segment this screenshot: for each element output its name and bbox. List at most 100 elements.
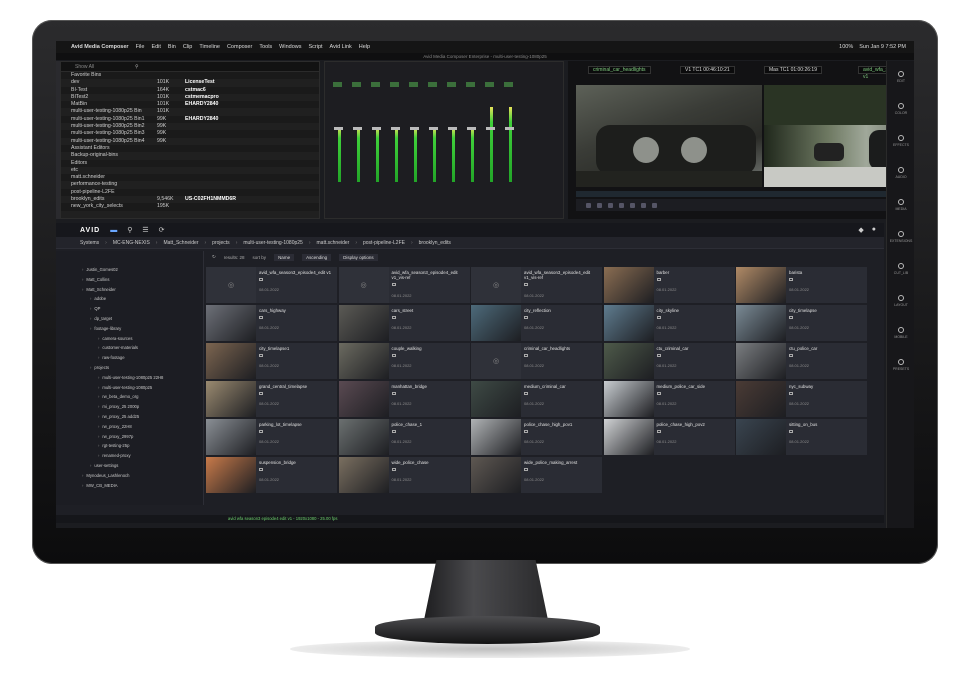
channel-button[interactable] [504, 82, 513, 87]
tree-node[interactable]: › customer-materials [56, 343, 203, 353]
display-options[interactable]: Display options [339, 253, 378, 261]
browse-icon[interactable]: ▬ [110, 227, 117, 234]
bin-row[interactable]: Favorite Bins [61, 72, 319, 79]
mark-out-icon[interactable] [608, 202, 613, 208]
chevron-right-icon[interactable]: › [98, 424, 99, 429]
tree-node[interactable]: › renamed-proxy [56, 451, 203, 461]
fader[interactable] [391, 127, 400, 130]
bin-row[interactable] [61, 210, 319, 218]
tree-node[interactable]: › camera-sources [56, 334, 203, 344]
playlist-icon[interactable]: ☰ [142, 226, 148, 234]
asset-card[interactable]: couple_walking 08.01.2022 [338, 343, 470, 379]
breadcrumb-item[interactable]: brooklyn_edits [419, 240, 451, 246]
chevron-right-icon[interactable]: › [90, 306, 91, 311]
tree-node[interactable]: › rw_proxy_22H8 [56, 422, 203, 432]
asset-card[interactable]: ◎ avid_wfa_season3_episode4_edit v1_vis-r… [471, 267, 602, 303]
mixer-channel[interactable] [428, 82, 439, 202]
asset-thumbnail[interactable] [206, 343, 256, 379]
bin-row[interactable]: BITest2 101K cstmemacpro [61, 93, 319, 102]
source-clip-name[interactable]: criminal_car_headlights [588, 66, 651, 74]
user-icon[interactable]: ● [872, 226, 876, 234]
chevron-right-icon[interactable]: › [98, 394, 99, 399]
chevron-right-icon[interactable]: › [98, 345, 99, 350]
asset-card[interactable]: sitting_on_bus 08.01.2022 [736, 419, 867, 455]
channel-button[interactable] [466, 82, 475, 87]
asset-thumbnail[interactable] [338, 305, 389, 341]
bin-row[interactable]: Backup-original-bins [61, 152, 319, 160]
asset-card[interactable]: ctu_criminal_car 08.01.2022 [603, 343, 735, 379]
chevron-right-icon[interactable]: › [82, 483, 83, 488]
tree-node[interactable]: › adobe [56, 294, 203, 304]
asset-card[interactable]: city_skyline 08.01.2022 [603, 305, 735, 341]
tool-presets[interactable]: PRESETS [887, 349, 914, 381]
tree-node[interactable]: › multi-user-testing-1080p25 22H8 [56, 373, 203, 383]
search-icon[interactable]: ⚲ [127, 226, 132, 234]
overwrite-icon[interactable] [630, 202, 635, 208]
asset-card[interactable]: nyc_subway 08.01.2022 [736, 381, 867, 417]
asset-thumbnail[interactable] [736, 305, 786, 341]
menu-timeline[interactable]: Timeline [199, 44, 220, 50]
menu-edit[interactable]: Edit [151, 44, 160, 50]
channel-button[interactable] [390, 82, 399, 87]
asset-card[interactable]: ◎ avid_wfa_season3_episode4_edit v1_vis-r… [338, 267, 470, 303]
asset-card[interactable]: wide_police_chase 08.01.2022 [338, 457, 470, 493]
extract-icon[interactable] [652, 202, 657, 208]
asset-thumbnail[interactable] [471, 381, 521, 417]
chevron-right-icon[interactable]: › [98, 385, 99, 390]
mixer-channel[interactable] [485, 82, 496, 202]
source-timecode[interactable]: V1 TC1 00:46:10:21 [680, 66, 735, 74]
fader[interactable] [467, 127, 476, 130]
tool-edit[interactable]: EDIT [887, 61, 914, 93]
channel-button[interactable] [428, 82, 437, 87]
connect-icon[interactable]: ⟳ [159, 226, 165, 234]
chevron-right-icon[interactable]: › [98, 414, 99, 419]
menu-help[interactable]: Help [359, 44, 370, 50]
asset-thumbnail[interactable] [736, 343, 786, 379]
bin-row[interactable]: brooklyn_edits 9,546K US-C02FH1NMMD6R [61, 196, 319, 204]
mixer-channel[interactable] [409, 82, 420, 202]
channel-button[interactable] [447, 82, 456, 87]
breadcrumb-item[interactable]: multi-user-testing-1080p25 [243, 240, 302, 246]
tree-node[interactable]: › rw_proxy_25 add25 [56, 412, 203, 422]
bin-row[interactable]: matt.schneider [61, 174, 319, 181]
bin-row[interactable]: Editors [61, 160, 319, 167]
bin-row[interactable]: multi-user-testing-1080p25 Bin4 99K [61, 137, 319, 145]
bin-row[interactable]: new_york_city_selects 195K [61, 203, 319, 210]
breadcrumb-item[interactable]: matt.schneider [317, 240, 350, 246]
bin-row[interactable]: multi-user-testing-1080p25 Bin1 99K EHARDY… [61, 116, 319, 123]
fader[interactable] [410, 127, 419, 130]
chevron-right-icon[interactable]: › [98, 355, 99, 360]
notifications-icon[interactable]: ◆ [858, 226, 863, 234]
asset-thumbnail[interactable] [603, 305, 654, 341]
asset-card[interactable]: police_chase_high_pov2 08.01.2022 [603, 419, 735, 455]
tool-effects[interactable]: EFFECTS [887, 125, 914, 157]
channel-button[interactable] [371, 82, 380, 87]
fader[interactable] [448, 127, 457, 130]
asset-card[interactable]: suspension_bridge 08.01.2022 [206, 457, 337, 493]
asset-card[interactable]: police_chase_1 08.01.2022 [338, 419, 470, 455]
chevron-right-icon[interactable]: › [82, 277, 83, 282]
asset-card[interactable]: police_chase_high_pov1 08.01.2022 [471, 419, 602, 455]
bin-row[interactable]: post-pipeline-L2FE [61, 189, 319, 196]
fader[interactable] [505, 127, 514, 130]
asset-thumbnail[interactable] [338, 419, 389, 455]
mark-in-icon[interactable] [597, 202, 602, 208]
chevron-right-icon[interactable]: › [90, 326, 91, 331]
chevron-right-icon[interactable]: › [90, 365, 91, 370]
bin-row[interactable]: dev 101K LicenseTest [61, 79, 319, 87]
mixer-channel[interactable] [447, 82, 458, 202]
tree-node[interactable]: › footage-library [56, 324, 203, 334]
chevron-right-icon[interactable]: › [98, 453, 99, 458]
mixer-channel[interactable] [390, 82, 401, 202]
chevron-right-icon[interactable]: › [98, 443, 99, 448]
asset-card[interactable]: cars_highway 08.01.2022 [206, 305, 337, 341]
asset-thumbnail[interactable] [736, 419, 786, 455]
channel-button[interactable] [333, 82, 342, 87]
tree-node[interactable]: › rw_beta_demo_org [56, 392, 203, 402]
bin-row[interactable]: MatBin 101K EHARDY2840 [61, 101, 319, 108]
asset-card[interactable]: grand_central_timelapse 08.01.2022 [206, 381, 337, 417]
play-icon[interactable] [586, 202, 591, 208]
tree-node[interactable]: › multi-user-testing-1080p25 [56, 383, 203, 393]
fader[interactable] [353, 127, 362, 130]
asset-thumbnail[interactable] [736, 381, 786, 417]
